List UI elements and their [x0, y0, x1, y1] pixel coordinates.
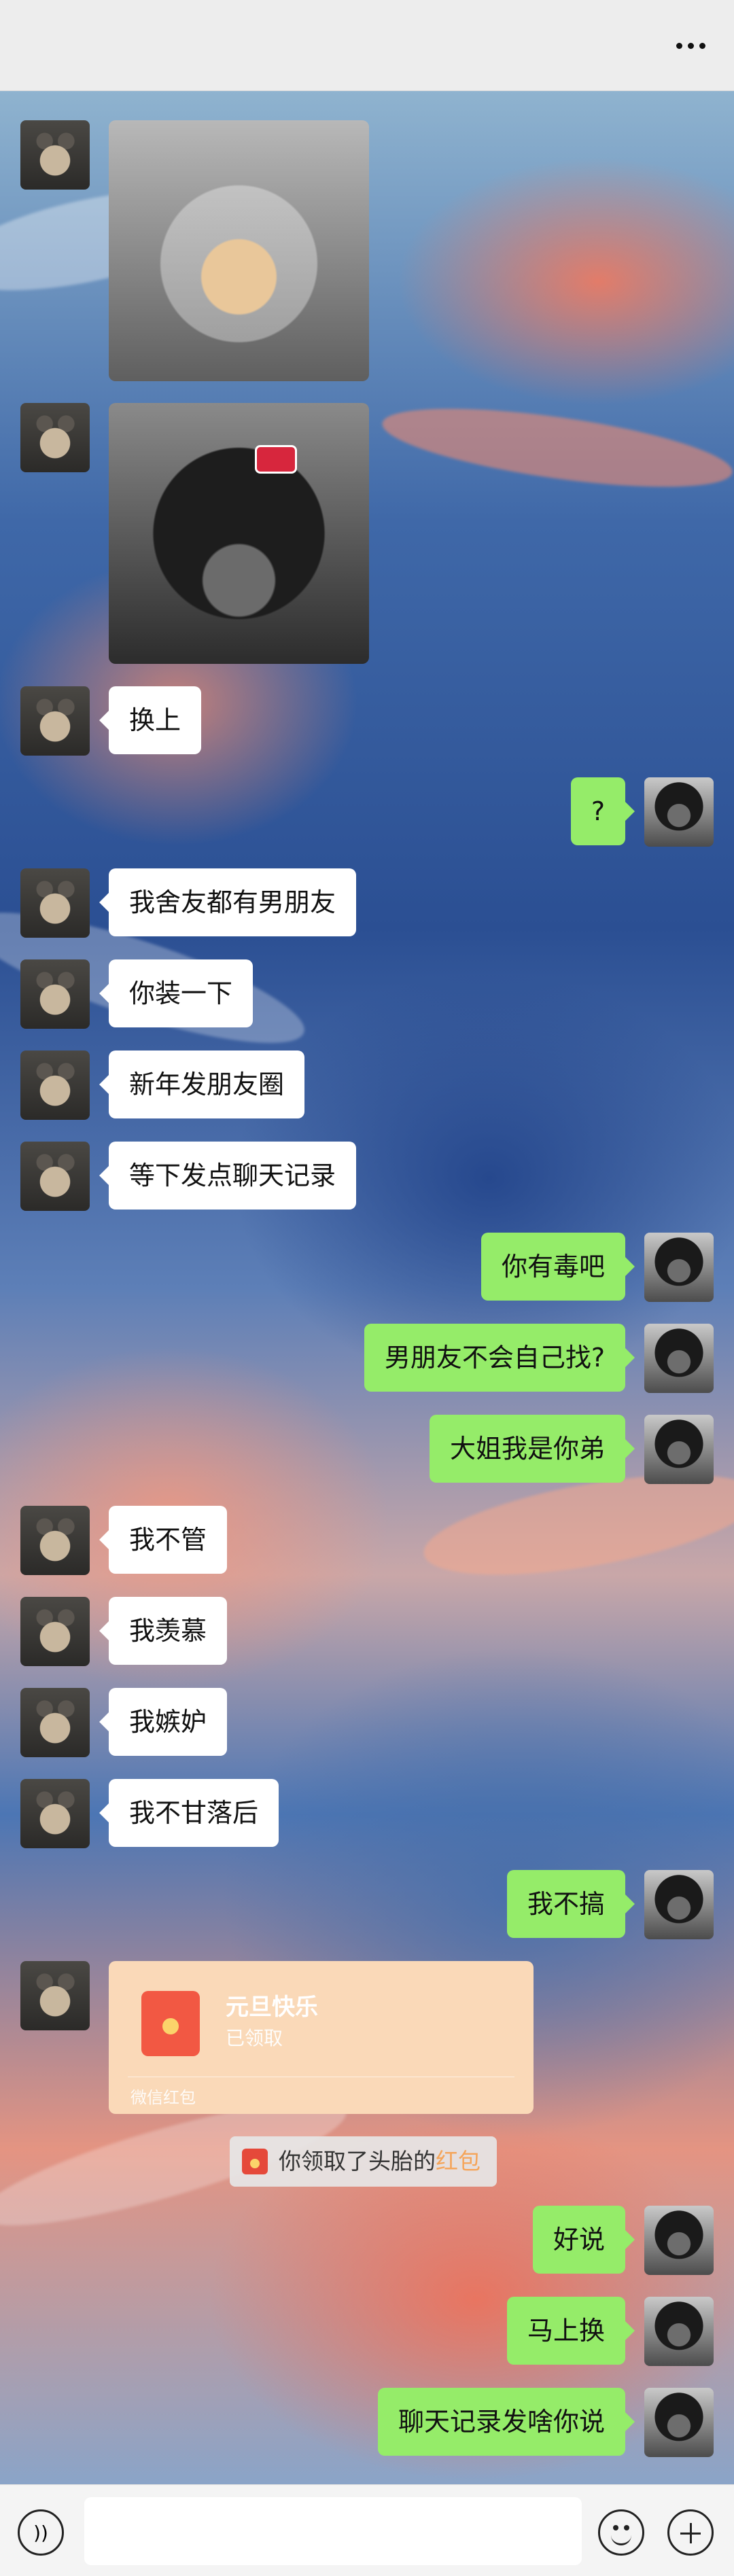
contact-avatar[interactable] [20, 1779, 90, 1848]
message-row: 我嫉妒 [20, 1688, 228, 1757]
my-avatar[interactable] [644, 1324, 714, 1393]
contact-avatar[interactable] [20, 1506, 90, 1575]
message-row: 我不管 [20, 1506, 228, 1575]
red-packet-footer: 微信红包 [130, 2088, 196, 2107]
my-avatar[interactable] [644, 1415, 714, 1484]
red-packet-icon [242, 2149, 268, 2174]
red-packet-icon [141, 1991, 200, 2056]
plus-icon[interactable] [667, 2509, 714, 2556]
my-avatar[interactable] [644, 1870, 714, 1939]
message-bubble[interactable]: 好说 [532, 2206, 635, 2274]
input-bar: )) [0, 2484, 734, 2576]
contact-avatar[interactable] [20, 959, 90, 1029]
message-bubble[interactable]: 新年发朋友圈 [99, 1051, 305, 1118]
ellipsis-icon[interactable] [670, 35, 711, 56]
red-packet-card[interactable]: 元旦快乐 已领取 微信红包 [109, 1961, 534, 2114]
message-row: 马上换 [506, 2297, 714, 2366]
message-bubble[interactable]: 马上换 [506, 2297, 635, 2365]
message-input[interactable] [84, 2497, 582, 2565]
message-row: 我不甘落后 [20, 1779, 279, 1848]
red-packet-link[interactable]: 红包 [436, 2148, 480, 2174]
contact-avatar[interactable] [20, 686, 90, 756]
message-row [20, 120, 369, 381]
emoji-icon[interactable] [598, 2509, 644, 2556]
message-bubble[interactable]: 我舍友都有男朋友 [99, 868, 357, 936]
system-notice: 你领取了头胎的红包 [230, 2136, 497, 2187]
my-avatar[interactable] [644, 777, 714, 847]
contact-avatar[interactable] [20, 120, 90, 190]
voice-icon[interactable]: )) [18, 2509, 64, 2556]
message-row: 我羡慕 [20, 1597, 228, 1666]
image-message-astronaut-cat[interactable] [109, 120, 369, 381]
message-bubble[interactable]: 我不搞 [506, 1870, 635, 1938]
message-bubble[interactable]: 我不管 [99, 1506, 228, 1574]
my-avatar[interactable] [644, 2297, 714, 2366]
contact-avatar[interactable] [20, 1142, 90, 1211]
message-bubble[interactable]: 换上 [99, 686, 202, 754]
message-row: 我舍友都有男朋友 [20, 868, 357, 938]
my-avatar[interactable] [644, 2206, 714, 2275]
contact-avatar[interactable] [20, 1961, 90, 2030]
system-notice-text: 你领取了头胎的 [279, 2148, 436, 2174]
message-row: 元旦快乐 已领取 微信红包 [20, 1961, 534, 2114]
message-bubble[interactable]: ? [570, 777, 635, 845]
message-bubble[interactable]: 男朋友不会自己找? [364, 1324, 635, 1392]
message-row: 好说 [532, 2206, 714, 2275]
top-bar [0, 0, 734, 91]
message-row: 聊天记录发啥你说 [377, 2388, 714, 2457]
message-row: 大姐我是你弟 [429, 1415, 714, 1484]
message-bubble[interactable]: 你有毒吧 [480, 1233, 635, 1301]
message-row: 你装一下 [20, 959, 254, 1029]
message-row: 我不搞 [506, 1870, 714, 1939]
message-bubble[interactable]: 你装一下 [99, 959, 254, 1027]
message-row: ? [570, 777, 714, 847]
message-bubble[interactable]: 我嫉妒 [99, 1688, 228, 1756]
message-bubble[interactable]: 我羡慕 [99, 1597, 228, 1665]
message-row: 新年发朋友圈 [20, 1051, 305, 1120]
message-row: 你有毒吧 [480, 1233, 714, 1302]
image-message-helmet-cat[interactable] [109, 403, 369, 664]
my-avatar[interactable] [644, 2388, 714, 2457]
red-packet-status: 已领取 [226, 2027, 283, 2049]
message-row: 等下发点聊天记录 [20, 1142, 357, 1211]
helmet-logo [255, 445, 297, 474]
contact-avatar[interactable] [20, 868, 90, 938]
message-bubble[interactable]: 我不甘落后 [99, 1779, 279, 1847]
red-packet-title: 元旦快乐 [226, 1994, 318, 2021]
contact-avatar[interactable] [20, 1597, 90, 1666]
contact-avatar[interactable] [20, 1688, 90, 1757]
contact-avatar[interactable] [20, 1051, 90, 1120]
message-bubble[interactable]: 大姐我是你弟 [429, 1415, 635, 1483]
message-row: 换上 [20, 686, 202, 756]
message-bubble[interactable]: 聊天记录发啥你说 [377, 2388, 635, 2456]
message-row [20, 403, 369, 664]
message-bubble[interactable]: 等下发点聊天记录 [99, 1142, 357, 1210]
my-avatar[interactable] [644, 1233, 714, 1302]
message-row: 男朋友不会自己找? [364, 1324, 714, 1393]
contact-avatar[interactable] [20, 403, 90, 472]
